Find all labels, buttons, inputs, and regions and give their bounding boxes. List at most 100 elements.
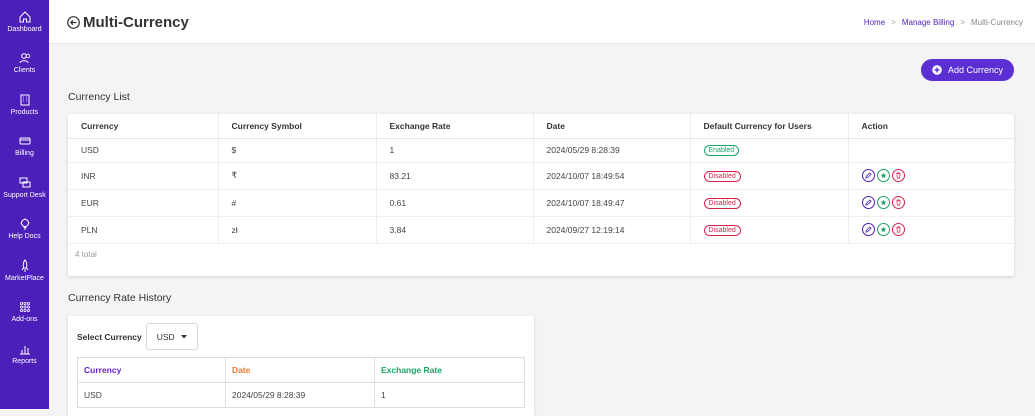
sidebar-item-billing[interactable]: Billing <box>0 125 49 167</box>
delete-button[interactable] <box>891 196 905 209</box>
cell-status: Disabled <box>689 162 848 190</box>
cell-actions <box>847 162 1014 190</box>
grid-icon <box>19 302 30 313</box>
chat-icon <box>19 177 30 188</box>
column-header-date: Date <box>225 357 375 383</box>
sidebar-item-label: Dashboard <box>7 25 42 33</box>
back-arrow-icon[interactable] <box>67 16 80 29</box>
currency-select-value: USD <box>156 331 175 342</box>
column-header: Default Currency for Users <box>689 114 848 139</box>
status-badge[interactable]: Enabled <box>703 145 740 156</box>
breadcrumb-manage-billing[interactable]: Manage Billing <box>902 18 954 27</box>
edit-button[interactable] <box>861 169 875 182</box>
breadcrumb-home[interactable]: Home <box>864 18 885 27</box>
edit-button[interactable] <box>861 223 875 236</box>
sidebar-item-label: Clients <box>13 67 36 75</box>
cell-currency: EUR <box>68 189 218 217</box>
total-count: 4 total <box>75 249 97 259</box>
cell-rate: 0.61 <box>375 189 533 217</box>
cell-date: 2024/05/29 8:28:39 <box>225 382 375 408</box>
delete-button[interactable] <box>891 169 905 182</box>
set-default-button[interactable] <box>876 223 890 236</box>
sidebar-item-support-desk[interactable]: Support Desk <box>0 166 49 208</box>
cell-status: Enabled <box>689 138 848 163</box>
status-badge[interactable]: Disabled <box>703 170 741 182</box>
sidebar-item-label: Add-ons <box>11 316 38 324</box>
card-icon <box>19 137 30 145</box>
column-header: Exchange Rate <box>375 114 533 139</box>
caret-down-icon <box>180 334 187 338</box>
sidebar-item-products[interactable]: Products <box>0 83 49 125</box>
trash-icon <box>895 199 901 206</box>
cell-date: 2024/05/29 8:28:39 <box>532 138 690 163</box>
column-header: Currency <box>68 114 218 139</box>
delete-button[interactable] <box>891 223 905 236</box>
status-badge[interactable]: Disabled <box>703 197 741 209</box>
breadcrumb-separator: > <box>891 18 896 27</box>
sidebar-item-help-docs[interactable]: Help Docs <box>0 208 49 250</box>
star-icon <box>880 199 886 206</box>
currency-select[interactable]: USD <box>145 323 198 350</box>
status-badge[interactable]: Disabled <box>703 224 741 236</box>
set-default-button[interactable] <box>876 196 890 209</box>
cell-symbol: ₹ <box>217 162 376 190</box>
sidebar-item-marketplace[interactable]: MarketPlace <box>0 249 49 291</box>
star-icon <box>880 226 886 233</box>
sidebar-item-label: Products <box>10 108 39 116</box>
sidebar: Dashboard Clients Products Billing Suppo… <box>0 0 49 409</box>
sidebar-item-label: Billing <box>15 150 34 158</box>
sidebar-item-label: Help Docs <box>8 233 41 241</box>
trash-icon <box>895 226 901 233</box>
cell-rate: 1 <box>375 138 533 163</box>
star-icon <box>880 172 886 179</box>
edit-icon <box>864 199 872 206</box>
sidebar-item-label: Reports <box>12 357 37 365</box>
sidebar-item-label: Support Desk <box>3 191 46 199</box>
breadcrumb: Home > Manage Billing > Multi-Currency <box>864 18 1023 27</box>
top-bar: Multi-Currency Home > Manage Billing > M… <box>49 0 1035 44</box>
cell-date: 2024/10/07 18:49:54 <box>532 162 690 190</box>
column-header: Currency Symbol <box>217 114 376 139</box>
table-header-row: Currency Date Exchange Rate <box>77 357 525 383</box>
page-title: Multi-Currency <box>67 14 189 31</box>
rate-history-table: Currency Date Exchange Rate USD 2024/05/… <box>77 357 525 408</box>
table-header-row: Currency Currency Symbol Exchange Rate D… <box>68 114 1014 139</box>
cell-date: 2024/09/27 12:19:14 <box>532 216 690 244</box>
breadcrumb-current: Multi-Currency <box>970 18 1023 27</box>
breadcrumb-separator: > <box>960 18 965 27</box>
table-row: PLN zł 3.84 2024/09/27 12:19:14 Disabled <box>68 216 1014 244</box>
sidebar-item-label: MarketPlace <box>5 274 44 282</box>
add-currency-label: Add Currency <box>947 65 1004 75</box>
cell-rate: 83.21 <box>375 162 533 190</box>
column-header-rate: Exchange Rate <box>374 357 525 383</box>
set-default-button[interactable] <box>876 169 890 182</box>
cell-symbol: zł <box>217 216 376 244</box>
page-title-text: Multi-Currency <box>83 14 189 31</box>
column-header: Action <box>847 114 1014 139</box>
cell-symbol: # <box>217 189 376 217</box>
users-icon <box>19 53 30 64</box>
cell-status: Disabled <box>689 189 848 217</box>
add-currency-button[interactable]: Add Currency <box>921 59 1014 81</box>
cell-rate: 3.84 <box>375 216 533 244</box>
cell-actions <box>847 189 1014 217</box>
cell-rate: 1 <box>374 382 525 408</box>
bulb-icon <box>19 218 30 230</box>
sidebar-item-add-ons[interactable]: Add-ons <box>0 291 49 333</box>
rate-history-card: Select Currency USD Currency Date Exchan… <box>68 316 534 416</box>
cell-currency: USD <box>68 138 218 163</box>
cell-actions <box>847 138 1014 163</box>
edit-button[interactable] <box>861 196 875 209</box>
table-row: INR ₹ 83.21 2024/10/07 18:49:54 Disabled <box>68 162 1014 190</box>
cell-currency: INR <box>68 162 218 190</box>
sidebar-item-clients[interactable]: Clients <box>0 42 49 84</box>
sidebar-item-reports[interactable]: Reports <box>0 332 49 374</box>
cell-currency: USD <box>77 382 226 408</box>
currency-table: Currency Currency Symbol Exchange Rate D… <box>68 114 1014 244</box>
chart-icon <box>19 345 30 355</box>
currency-list-card: Currency Currency Symbol Exchange Rate D… <box>68 114 1014 276</box>
sidebar-item-dashboard[interactable]: Dashboard <box>0 0 49 42</box>
rate-history-title: Currency Rate History <box>68 292 172 304</box>
home-icon <box>19 11 30 23</box>
table-row: USD 2024/05/29 8:28:39 1 <box>77 382 525 408</box>
